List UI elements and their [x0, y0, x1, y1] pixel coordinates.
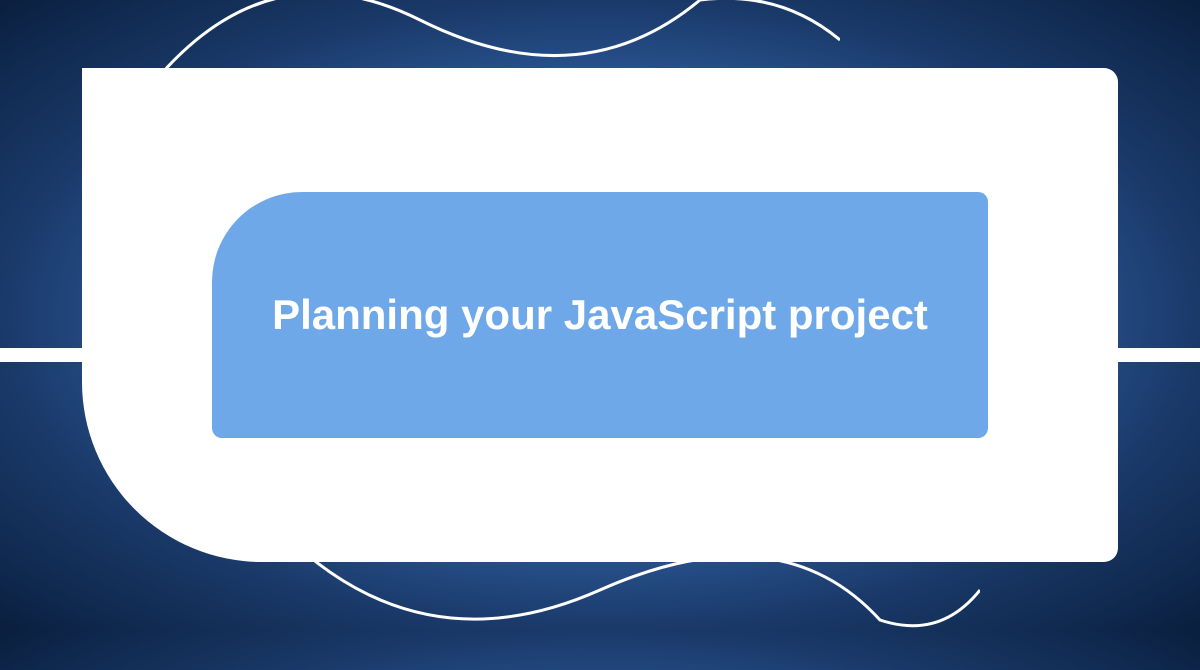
inner-card: Planning your JavaScript project: [212, 192, 988, 438]
decorative-bar-right: [1110, 348, 1200, 362]
page-title: Planning your JavaScript project: [272, 287, 928, 344]
decorative-bar-left: [0, 348, 90, 362]
